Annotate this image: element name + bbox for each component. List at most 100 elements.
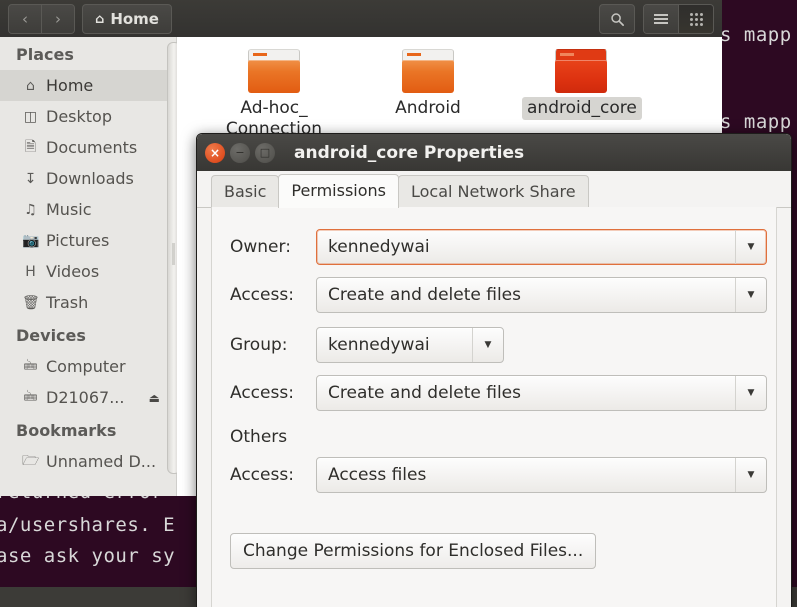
sidebar-item-downloads[interactable]: ↧ Downloads xyxy=(0,163,176,194)
maximize-button[interactable]: □ xyxy=(255,143,275,163)
others-label: Others xyxy=(212,427,776,447)
toolbar-right-group xyxy=(599,4,714,34)
group-select[interactable]: kennedywai ▼ xyxy=(316,327,504,363)
sidebar-item-label: Downloads xyxy=(46,169,134,188)
sidebar-item-unnamed-device[interactable]: 🗁 Unnamed D... xyxy=(0,446,176,477)
home-icon: ⌂ xyxy=(95,12,104,27)
dialog-tabs: Basic Permissions Local Network Share xyxy=(197,171,791,208)
change-permissions-button[interactable]: Change Permissions for Enclosed Files... xyxy=(230,533,596,569)
sidebar-item-home[interactable]: ⌂ Home xyxy=(0,70,176,101)
properties-dialog: × − □ android_core Properties Basic Perm… xyxy=(196,133,792,607)
sidebar-item-label: Documents xyxy=(46,138,137,157)
terminal-line: a/usershares. E xyxy=(0,514,175,536)
sidebar[interactable]: Places ⌂ Home ◫ Desktop 🗎 Documents ↧ Do… xyxy=(0,37,177,496)
chevron-right-icon: › xyxy=(55,10,61,28)
sidebar-item-computer[interactable]: 🖮 Computer xyxy=(0,351,176,382)
sidebar-item-label: Home xyxy=(46,76,93,95)
terminal-line: ase ask your sy xyxy=(0,545,175,567)
close-button[interactable]: × xyxy=(205,143,225,163)
owner-access-value: Create and delete files xyxy=(317,285,735,305)
terminal-line: s mapp xyxy=(720,24,792,46)
owner-access-row: Access: Create and delete files ▼ xyxy=(212,277,776,313)
sidebar-item-label: Videos xyxy=(46,262,99,281)
tab-basic[interactable]: Basic xyxy=(211,175,279,208)
group-label: Group: xyxy=(230,335,316,355)
document-icon: 🗎 xyxy=(22,136,39,160)
folder-icon xyxy=(248,49,300,93)
desktop-root: s mapp s mapp returned error a/usershare… xyxy=(0,0,797,607)
maximize-icon: □ xyxy=(260,146,270,159)
others-access-value: Access files xyxy=(317,465,735,485)
chevron-down-icon: ▼ xyxy=(735,458,766,492)
back-button[interactable]: ‹ xyxy=(9,5,41,33)
music-icon: ♫ xyxy=(22,202,39,218)
tab-permissions[interactable]: Permissions xyxy=(278,174,399,208)
chevron-down-icon: ▼ xyxy=(735,230,766,264)
sidebar-item-drive[interactable]: 🖮 D21067... ⏏ xyxy=(0,382,176,413)
group-row: Group: kennedywai ▼ xyxy=(212,327,776,363)
file-manager-toolbar: ‹ › ⌂ Home xyxy=(0,0,722,38)
breadcrumb-home-button[interactable]: ⌂ Home xyxy=(82,4,172,34)
sidebar-item-videos[interactable]: H Videos xyxy=(0,256,176,287)
search-icon xyxy=(610,12,625,27)
sidebar-section-places-title: Places xyxy=(0,37,176,70)
sidebar-item-documents[interactable]: 🗎 Documents xyxy=(0,132,176,163)
sidebar-item-label: D21067... xyxy=(46,388,124,407)
chevron-down-icon: ▼ xyxy=(735,278,766,312)
group-access-row: Access: Create and delete files ▼ xyxy=(212,375,776,411)
breadcrumb-home-label: Home xyxy=(110,10,159,28)
file-item-android-core[interactable]: android_core xyxy=(522,41,640,120)
folder-icon xyxy=(555,49,607,93)
tab-label: Basic xyxy=(224,182,266,201)
grid-view-button[interactable] xyxy=(678,5,713,33)
others-access-label: Access: xyxy=(230,465,316,485)
tab-local-network-share[interactable]: Local Network Share xyxy=(398,175,589,208)
camera-icon: 📷 xyxy=(22,233,39,249)
minimize-button[interactable]: − xyxy=(230,143,250,163)
sidebar-item-pictures[interactable]: 📷 Pictures xyxy=(0,225,176,256)
home-icon: ⌂ xyxy=(22,78,39,94)
sidebar-section-devices-title: Devices xyxy=(0,318,176,351)
chevron-down-icon: ▼ xyxy=(472,328,503,362)
permissions-panel: Owner: kennedywai ▼ Access: Create and d… xyxy=(211,207,777,607)
sidebar-item-label: Trash xyxy=(46,293,88,312)
trash-icon: 🗑 xyxy=(22,295,39,311)
forward-button[interactable]: › xyxy=(41,5,74,33)
others-access-row: Access: Access files ▼ xyxy=(212,457,776,493)
download-icon: ↧ xyxy=(22,171,39,187)
sidebar-item-desktop[interactable]: ◫ Desktop xyxy=(0,101,176,132)
sidebar-item-trash[interactable]: 🗑 Trash xyxy=(0,287,176,318)
dialog-title: android_core Properties xyxy=(294,143,524,163)
sidebar-item-label: Music xyxy=(46,200,92,219)
owner-select[interactable]: kennedywai ▼ xyxy=(316,229,767,265)
eject-icon[interactable]: ⏏ xyxy=(149,391,160,405)
list-view-icon xyxy=(654,12,668,26)
dialog-titlebar[interactable]: × − □ android_core Properties xyxy=(197,134,791,171)
group-access-select[interactable]: Create and delete files ▼ xyxy=(316,375,767,411)
group-access-value: Create and delete files xyxy=(317,383,735,403)
network-folder-icon: 🗁 xyxy=(22,450,39,474)
sidebar-item-music[interactable]: ♫ Music xyxy=(0,194,176,225)
sidebar-item-label: Unnamed D... xyxy=(46,452,156,471)
sidebar-section-bookmarks-title: Bookmarks xyxy=(0,413,176,446)
file-item-ad-hoc-connection[interactable]: Ad-hoc_ Connection xyxy=(215,41,333,140)
view-mode-group xyxy=(643,4,714,34)
folder-icon: ◫ xyxy=(22,109,39,125)
search-button[interactable] xyxy=(599,4,635,34)
owner-access-select[interactable]: Create and delete files ▼ xyxy=(316,277,767,313)
sidebar-item-label: Desktop xyxy=(46,107,112,126)
folder-icon xyxy=(402,49,454,93)
drive-icon: 🖮 xyxy=(22,386,39,410)
minimize-icon: − xyxy=(235,146,244,159)
owner-access-label: Access: xyxy=(230,285,316,305)
navigation-buttons: ‹ › xyxy=(8,4,75,34)
group-value: kennedywai xyxy=(317,335,472,355)
others-access-select[interactable]: Access files ▼ xyxy=(316,457,767,493)
file-item-android[interactable]: Android xyxy=(369,41,487,120)
list-view-button[interactable] xyxy=(644,5,678,33)
terminal-line: s mapp xyxy=(720,111,792,133)
chevron-left-icon: ‹ xyxy=(22,10,28,28)
owner-label: Owner: xyxy=(230,237,316,257)
chevron-down-icon: ▼ xyxy=(735,376,766,410)
file-item-label: Android xyxy=(390,97,466,120)
